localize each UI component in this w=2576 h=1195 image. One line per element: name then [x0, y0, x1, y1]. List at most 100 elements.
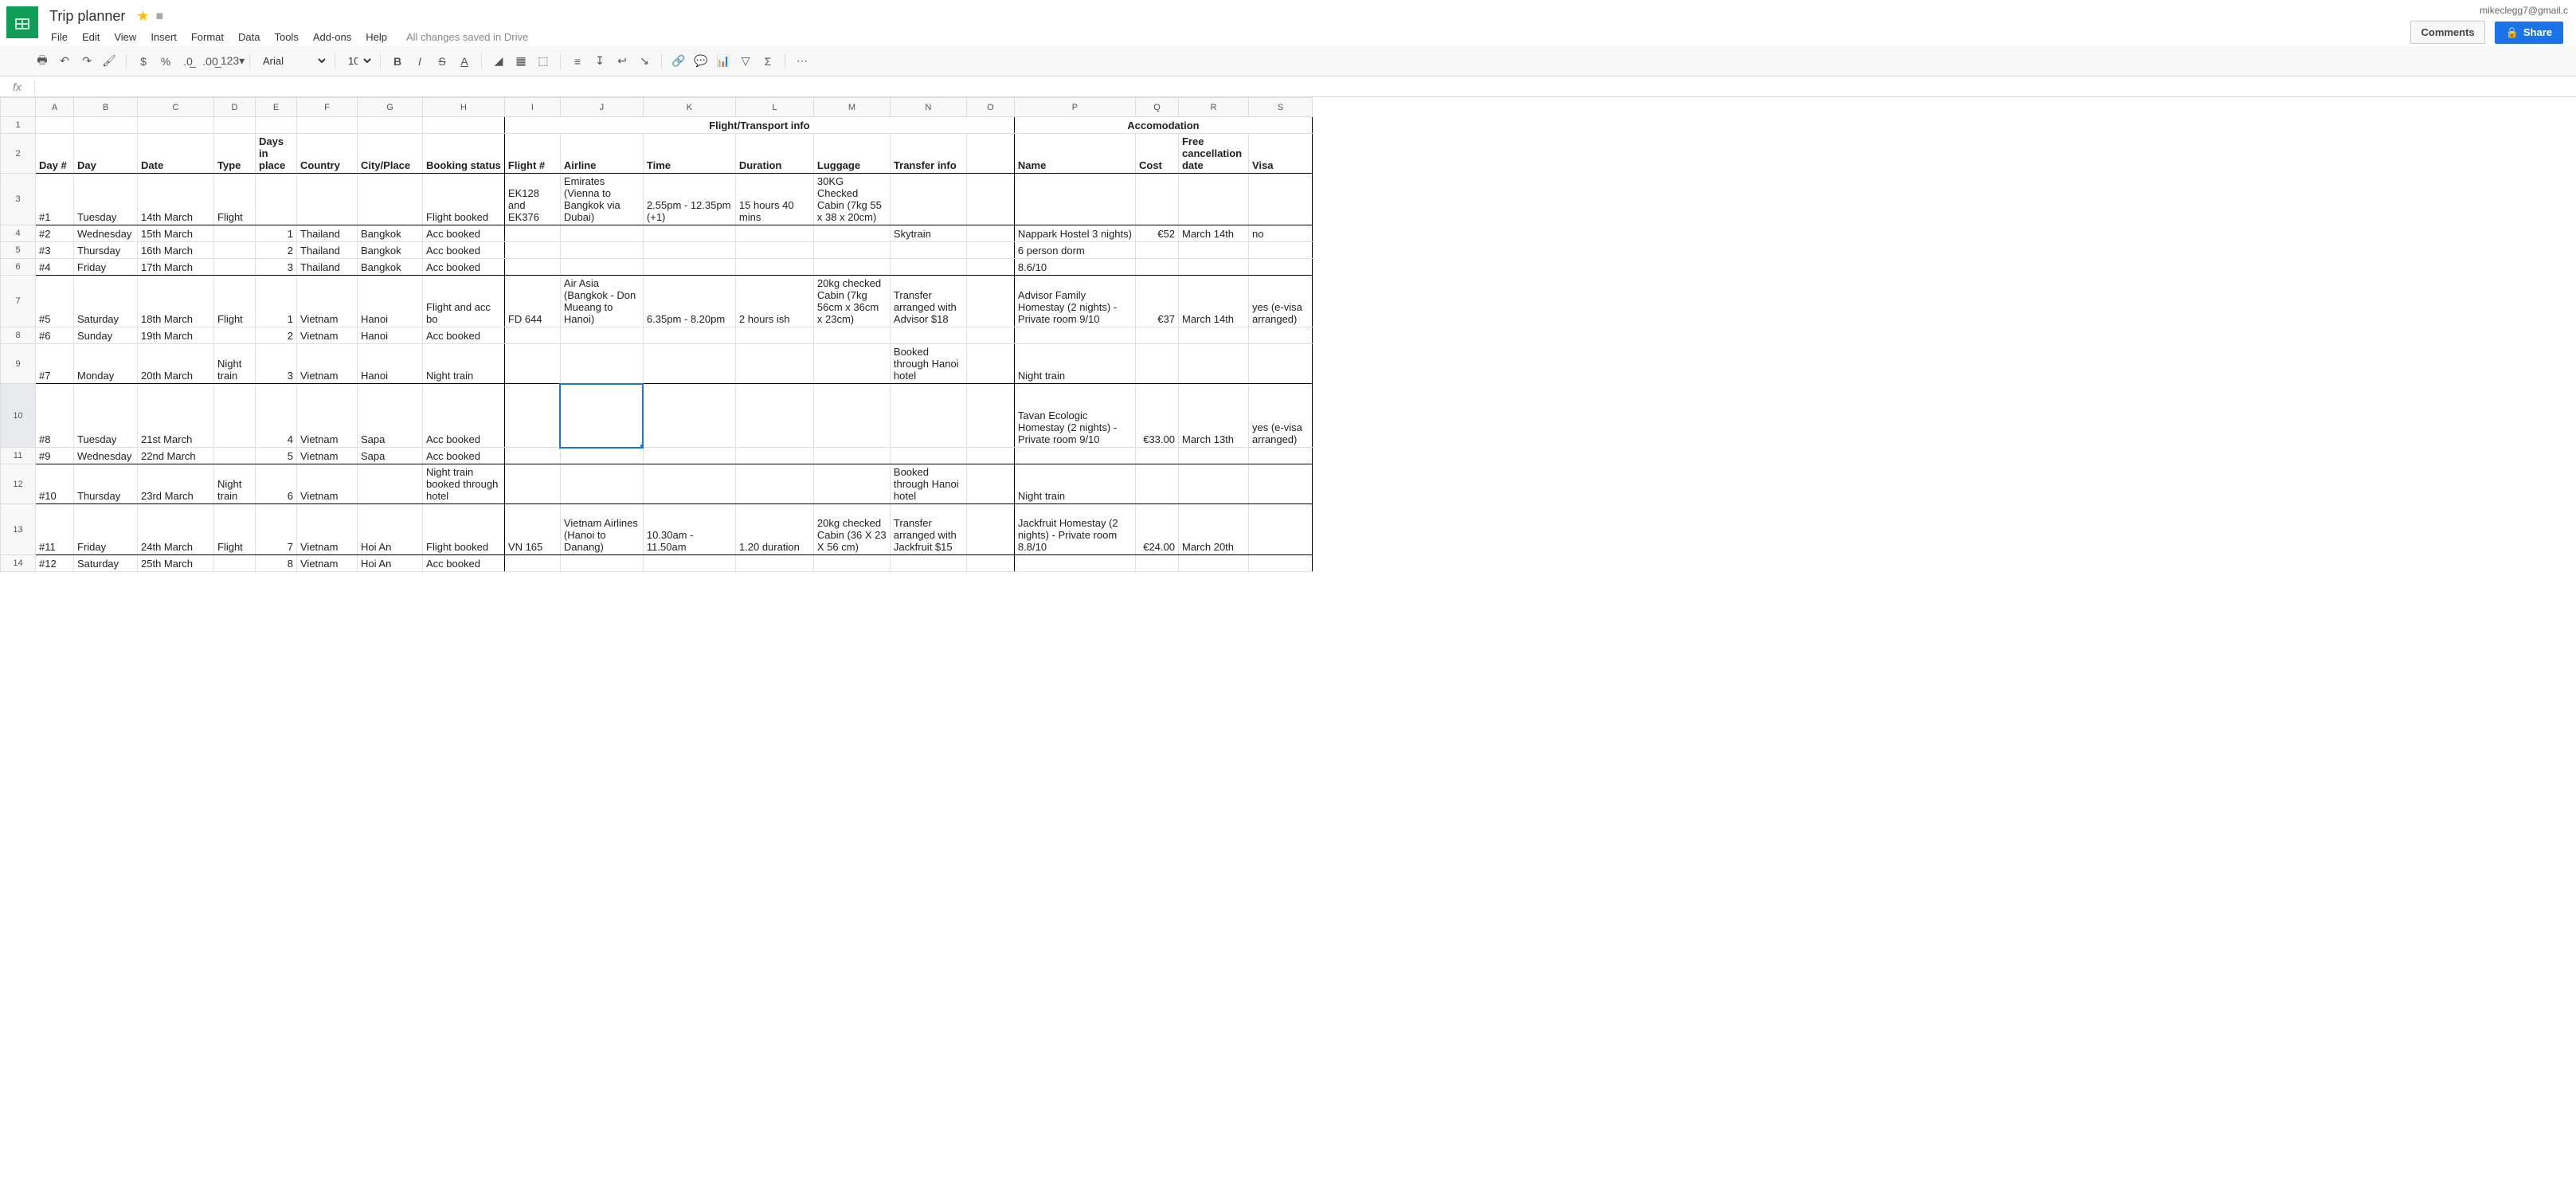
italic-icon[interactable]: I	[409, 51, 430, 72]
v-align-icon[interactable]: ↧	[589, 51, 610, 72]
cell[interactable]	[1248, 448, 1312, 464]
cell[interactable]	[138, 117, 214, 134]
cell[interactable]	[966, 504, 1014, 555]
cell[interactable]	[214, 117, 256, 134]
cell[interactable]: Time	[643, 134, 735, 174]
cell[interactable]	[966, 384, 1014, 448]
cell[interactable]: March 14th	[1178, 276, 1248, 327]
row-header[interactable]: 12	[1, 464, 36, 504]
cell[interactable]: Jackfruit Homestay (2 nights) - Private …	[1014, 504, 1135, 555]
cell[interactable]: Flight	[214, 174, 256, 225]
cell[interactable]: March 13th	[1178, 384, 1248, 448]
cell[interactable]: Friday	[74, 504, 138, 555]
cell[interactable]	[1248, 174, 1312, 225]
cell[interactable]: 8	[256, 555, 297, 572]
cell[interactable]	[214, 259, 256, 276]
cell[interactable]: Name	[1014, 134, 1135, 174]
cell[interactable]: Day	[74, 134, 138, 174]
cell[interactable]	[735, 327, 813, 344]
cell[interactable]: Bangkok	[358, 259, 423, 276]
cell[interactable]: €52	[1135, 225, 1178, 242]
font-select[interactable]: Arial	[256, 53, 328, 69]
cell[interactable]: Skytrain	[890, 225, 966, 242]
functions-icon[interactable]: Σ	[758, 51, 778, 72]
col-header[interactable]: K	[643, 98, 735, 117]
cell[interactable]: Night train booked through hotel	[423, 464, 505, 504]
cell[interactable]	[297, 174, 358, 225]
cell[interactable]: Date	[138, 134, 214, 174]
cell[interactable]: 21st March	[138, 384, 214, 448]
cell[interactable]: Night train	[214, 344, 256, 384]
cell[interactable]	[813, 384, 890, 448]
cell[interactable]: 7	[256, 504, 297, 555]
cell[interactable]	[1248, 555, 1312, 572]
cell[interactable]	[735, 384, 813, 448]
cell[interactable]	[1178, 259, 1248, 276]
cell[interactable]: 24th March	[138, 504, 214, 555]
h-align-icon[interactable]: ≡	[567, 51, 588, 72]
cell[interactable]	[1014, 448, 1135, 464]
cell[interactable]: Wednesday	[74, 225, 138, 242]
text-rotation-icon[interactable]: ↘	[634, 51, 655, 72]
cell[interactable]: Airline	[560, 134, 643, 174]
cell[interactable]	[358, 464, 423, 504]
cell[interactable]	[1178, 327, 1248, 344]
cell[interactable]: Thailand	[297, 242, 358, 259]
cell[interactable]	[1248, 242, 1312, 259]
insert-link-icon[interactable]: 🔗	[668, 51, 689, 72]
cell[interactable]	[74, 117, 138, 134]
cell[interactable]: 19th March	[138, 327, 214, 344]
cell[interactable]: March 20th	[1178, 504, 1248, 555]
cell[interactable]	[966, 259, 1014, 276]
cell[interactable]	[1178, 555, 1248, 572]
cell[interactable]	[560, 259, 643, 276]
row-header[interactable]: 14	[1, 555, 36, 572]
cell[interactable]	[643, 242, 735, 259]
insert-chart-icon[interactable]: 📊	[713, 51, 734, 72]
cell[interactable]: #12	[36, 555, 74, 572]
cell[interactable]	[813, 464, 890, 504]
cell[interactable]: Vietnam	[297, 555, 358, 572]
cell[interactable]	[813, 555, 890, 572]
cell[interactable]	[504, 384, 560, 448]
cell[interactable]: Duration	[735, 134, 813, 174]
cell[interactable]: 1	[256, 225, 297, 242]
menu-tools[interactable]: Tools	[268, 28, 304, 46]
cell[interactable]: Saturday	[74, 555, 138, 572]
cell[interactable]: #1	[36, 174, 74, 225]
cell[interactable]: Hanoi	[358, 344, 423, 384]
spreadsheet-grid[interactable]: A B C D E F G H I J K L M N O P Q R S 1 …	[0, 97, 2576, 1181]
cell[interactable]	[504, 448, 560, 464]
cell[interactable]: 2 hours ish	[735, 276, 813, 327]
menu-edit[interactable]: Edit	[76, 28, 106, 46]
cell[interactable]: Type	[214, 134, 256, 174]
cell[interactable]: 17th March	[138, 259, 214, 276]
col-header[interactable]: M	[813, 98, 890, 117]
col-header[interactable]: G	[358, 98, 423, 117]
cell[interactable]: Night train	[214, 464, 256, 504]
formula-input[interactable]	[35, 79, 2576, 94]
cell[interactable]: Luggage	[813, 134, 890, 174]
cell[interactable]: 30KG Checked Cabin (7kg 55 x 38 x 20cm)	[813, 174, 890, 225]
cell[interactable]	[890, 327, 966, 344]
cell[interactable]	[643, 464, 735, 504]
cell[interactable]	[890, 259, 966, 276]
cell[interactable]: #11	[36, 504, 74, 555]
cell[interactable]	[1135, 464, 1178, 504]
cell[interactable]: City/Place	[358, 134, 423, 174]
row-header[interactable]: 8	[1, 327, 36, 344]
cell[interactable]	[504, 259, 560, 276]
more-formats-icon[interactable]: 123▾	[222, 51, 243, 72]
cell[interactable]	[36, 117, 74, 134]
merge-cells-icon[interactable]: ⬚	[533, 51, 554, 72]
cell[interactable]: Thailand	[297, 225, 358, 242]
col-header[interactable]: Q	[1135, 98, 1178, 117]
cell[interactable]: Booked through Hanoi hotel	[890, 464, 966, 504]
print-icon[interactable]: 🖶	[32, 51, 53, 72]
cell[interactable]: 8.6/10	[1014, 259, 1135, 276]
paint-format-icon[interactable]: 🖌	[99, 51, 119, 72]
cell[interactable]	[1248, 464, 1312, 504]
doc-title[interactable]: Trip planner	[45, 6, 130, 26]
cell[interactable]	[560, 225, 643, 242]
cell[interactable]: Free cancellation date	[1178, 134, 1248, 174]
